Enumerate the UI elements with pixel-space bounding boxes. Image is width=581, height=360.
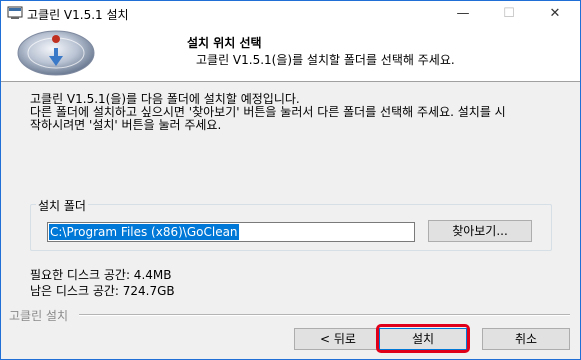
install-path-input[interactable]: C:\Program Files (x86)\GoClean — [47, 222, 415, 242]
title-bar[interactable]: 고클린 V1.5.1 설치 — ☐ ✕ — [1, 1, 580, 26]
browse-button[interactable]: 찾아보기... — [428, 220, 532, 242]
install-path-value: C:\Program Files (x86)\GoClean — [49, 224, 239, 240]
back-button[interactable]: < 뒤로 — [294, 328, 382, 350]
install-description: 고클린 V1.5.1(을)를 다음 폴더에 설치할 예정입니다. 다른 폴더에 … — [30, 93, 570, 132]
cancel-button[interactable]: 취소 — [482, 328, 570, 350]
page-subtitle: 고클린 V1.5.1(을)를 설치할 폴더를 선택해 주세요. — [196, 53, 455, 67]
description-line: 작하시려면 '설치' 버튼을 눌러 주세요. — [30, 118, 222, 132]
installer-brand-text: 고클린 설치 — [9, 309, 69, 323]
close-button[interactable]: ✕ — [532, 1, 578, 26]
install-folder-label: 설치 폴더 — [36, 197, 88, 214]
header-logo-icon — [17, 30, 95, 76]
window-title: 고클린 V1.5.1 설치 — [27, 8, 129, 22]
required-space-text: 필요한 디스크 공간: 4.4MB — [30, 268, 172, 282]
page-title: 설치 위치 선택 — [187, 36, 262, 50]
wizard-header: 설치 위치 선택 고클린 V1.5.1(을)를 설치할 폴더를 선택해 주세요. — [1, 26, 580, 82]
available-space-text: 남은 디스크 공간: 724.7GB — [30, 284, 175, 298]
maximize-button[interactable]: ☐ — [486, 1, 532, 26]
installer-app-icon — [7, 6, 23, 19]
installer-window: 고클린 V1.5.1 설치 — ☐ ✕ 설치 위치 선택 고클린 V1.5.1(… — [0, 0, 581, 360]
footer-divider — [79, 314, 570, 316]
install-button-highlight — [376, 324, 470, 353]
minimize-button[interactable]: — — [440, 1, 486, 26]
